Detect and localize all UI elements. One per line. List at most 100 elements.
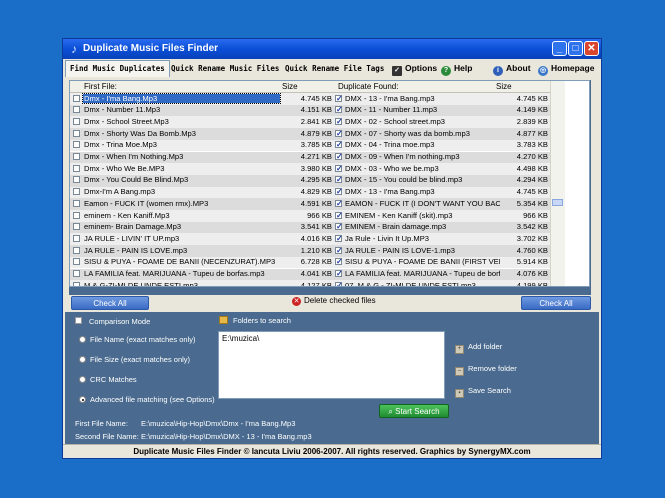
grid-scrollbar[interactable] (550, 81, 565, 286)
check-all-left-button[interactable]: Check All (71, 296, 149, 310)
first-file-checkbox[interactable] (73, 117, 80, 125)
first-file-checkbox[interactable] (73, 223, 80, 231)
duplicate-checkbox[interactable]: ✓ (335, 164, 343, 172)
first-file-cell[interactable]: Dmx - You Could Be Blind.Mp3 (83, 175, 280, 184)
duplicate-file-cell[interactable]: DMX - 03 - Who we be.mp3 (345, 164, 500, 173)
check-all-right-button[interactable]: Check All (521, 296, 591, 310)
first-file-cell[interactable]: Dmx - When I'm Nothing.Mp3 (83, 152, 280, 161)
duplicate-file-cell[interactable]: DMX - 13 - I'ma Bang.mp3 (345, 187, 500, 196)
header-size-2[interactable]: Size (496, 82, 512, 91)
radio-advanced-label[interactable]: Advanced file matching (see Options) (90, 395, 215, 404)
duplicate-checkbox[interactable]: ✓ (335, 141, 343, 149)
first-file-checkbox[interactable] (73, 188, 80, 196)
first-file-cell[interactable]: Dmx - I'ma Bang.Mp3 (82, 92, 281, 104)
first-file-checkbox[interactable] (73, 281, 80, 286)
duplicate-checkbox[interactable]: ✓ (335, 258, 343, 266)
first-file-checkbox[interactable] (73, 211, 80, 219)
scroll-thumb[interactable] (552, 199, 563, 206)
tab-find-music-duplicates[interactable]: Find Music Duplicates (65, 60, 170, 77)
radio-file-size-label[interactable]: File Size (exact matches only) (90, 355, 190, 364)
duplicate-checkbox[interactable]: ✓ (335, 234, 343, 242)
duplicate-file-cell[interactable]: JA RULE - PAIN IS LOVE-1.mp3 (345, 246, 500, 255)
first-file-checkbox[interactable] (73, 164, 80, 172)
first-file-checkbox[interactable] (73, 246, 80, 254)
radio-advanced[interactable] (79, 396, 86, 403)
duplicate-checkbox[interactable]: ✓ (335, 211, 343, 219)
first-file-checkbox[interactable] (73, 199, 80, 207)
duplicate-file-cell[interactable]: DMX - 04 - Trina moe.mp3 (345, 140, 500, 149)
radio-file-name[interactable] (79, 336, 86, 343)
duplicate-file-cell[interactable]: EMINEM - Ken Kaniff (skit).mp3 (345, 211, 500, 220)
radio-crc[interactable] (79, 376, 86, 383)
table-row[interactable]: M & G-ZI-MI DE UNDE ESTI.mp3 4.127 KB ✓ 07_… (70, 280, 550, 286)
remove-folder-button[interactable]: – Remove folder (455, 364, 517, 376)
duplicate-checkbox[interactable]: ✓ (335, 270, 343, 278)
first-file-checkbox[interactable] (73, 94, 80, 102)
duplicate-file-cell[interactable]: DMX - 11 - Number 11.mp3 (345, 105, 500, 114)
duplicate-file-cell[interactable]: Ja Rule - Livin It Up.MP3 (345, 234, 500, 243)
duplicate-checkbox[interactable]: ✓ (335, 188, 343, 196)
duplicate-file-cell[interactable]: EMINEM - Brain damage.mp3 (345, 222, 500, 231)
first-file-cell[interactable]: Dmx - Trina Moe.Mp3 (83, 140, 280, 149)
maximize-button[interactable]: □ (568, 41, 583, 56)
first-file-cell[interactable]: Dmx-I'm A Bang.mp3 (83, 187, 280, 196)
help-link[interactable]: ? Help (441, 61, 472, 76)
first-file-cell[interactable]: eminem- Brain Damage.Mp3 (83, 222, 280, 231)
first-file-checkbox[interactable] (73, 141, 80, 149)
first-file-cell[interactable]: SISU & PUYA - FOAME DE BANII (NECENZURAT… (83, 257, 280, 266)
first-file-cell[interactable]: Dmx - Who We Be.MP3 (83, 164, 280, 173)
folders-list[interactable]: E:\muzica\ (218, 331, 445, 399)
radio-file-name-label[interactable]: File Name (exact matches only) (90, 335, 195, 344)
header-duplicate-found[interactable]: Duplicate Found: (338, 82, 398, 91)
start-search-button[interactable]: ⌕ Start Search (379, 404, 449, 418)
first-file-checkbox[interactable] (73, 129, 80, 137)
duplicate-checkbox[interactable]: ✓ (335, 281, 343, 286)
duplicate-file-cell[interactable]: DMX - 13 - I'ma Bang.mp3 (345, 94, 500, 103)
duplicate-checkbox[interactable]: ✓ (335, 199, 343, 207)
tab-quick-rename-file-tags[interactable]: Quick Rename File Tags (281, 61, 388, 76)
duplicate-file-cell[interactable]: SISU & PUYA - FOAME DE BANII (FIRST VERS… (345, 257, 500, 266)
duplicate-file-cell[interactable]: LA FAMILIA feat. MARIJUANA - Tupeu de bo… (345, 269, 500, 278)
first-file-cell[interactable]: LA FAMILIA feat. MARIJUANA - Tupeu de bo… (83, 269, 280, 278)
first-file-checkbox[interactable] (73, 234, 80, 242)
close-button[interactable]: ✕ (584, 41, 599, 56)
first-file-cell[interactable]: eminem - Ken Kaniff.Mp3 (83, 211, 280, 220)
first-file-cell[interactable]: M & G-ZI-MI DE UNDE ESTI.mp3 (83, 281, 280, 286)
first-file-cell[interactable]: JA RULE - LIVIN' IT UP.mp3 (83, 234, 280, 243)
minimize-button[interactable]: _ (552, 41, 567, 56)
duplicate-checkbox[interactable]: ✓ (335, 176, 343, 184)
radio-crc-label[interactable]: CRC Matches (90, 375, 137, 384)
duplicate-file-cell[interactable]: DMX - 15 - You could be blind.mp3 (345, 175, 500, 184)
first-file-cell[interactable]: Dmx - Number 11.Mp3 (83, 105, 280, 114)
first-file-checkbox[interactable] (73, 270, 80, 277)
save-search-button[interactable]: ▪ Save Search (455, 386, 511, 398)
duplicate-checkbox[interactable]: ✓ (335, 246, 343, 254)
duplicate-checkbox[interactable]: ✓ (335, 94, 343, 102)
first-file-cell[interactable]: Eamon - FUCK IT (women rmx).MP3 (83, 199, 280, 208)
duplicate-checkbox[interactable]: ✓ (335, 153, 343, 161)
delete-checked-button[interactable]: ✕ Delete checked files (292, 296, 376, 306)
duplicate-file-cell[interactable]: DMX - 09 - When I'm nothing.mp3 (345, 152, 500, 161)
add-folder-button[interactable]: + Add folder (455, 342, 502, 354)
duplicate-file-cell[interactable]: DMX - 07 - Shorty was da bomb.mp3 (345, 129, 500, 138)
header-size-1[interactable]: Size (282, 82, 298, 91)
first-file-checkbox[interactable] (73, 153, 80, 160)
first-file-cell[interactable]: JA RULE - PAIN IS LOVE.mp3 (83, 246, 280, 255)
duplicate-checkbox[interactable]: ✓ (335, 129, 343, 137)
first-file-checkbox[interactable] (73, 258, 80, 266)
duplicate-file-cell[interactable]: DMX - 02 - School street.mp3 (345, 117, 500, 126)
first-file-cell[interactable]: Dmx - Shorty Was Da Bomb.Mp3 (83, 129, 280, 138)
duplicate-checkbox[interactable]: ✓ (335, 106, 343, 114)
folder-item[interactable]: E:\muzica\ (222, 334, 441, 343)
first-file-checkbox[interactable] (73, 106, 80, 114)
header-first-file[interactable]: First File: (84, 82, 117, 91)
duplicate-file-cell[interactable]: 07_M & G - ZI-MI DE UNDE ESTI.mp3 (345, 281, 500, 286)
duplicate-checkbox[interactable]: ✓ (335, 223, 343, 231)
tab-quick-rename-music-files[interactable]: Quick Rename Music Files (167, 61, 283, 76)
title-bar[interactable]: ♪ Duplicate Music Files Finder _ □ ✕ (63, 39, 601, 59)
about-link[interactable]: i About (493, 61, 531, 76)
first-file-checkbox[interactable] (73, 176, 80, 184)
homepage-link[interactable]: ◎ Homepage (538, 61, 594, 76)
options-link[interactable]: ✓ Options (392, 61, 437, 76)
first-file-cell[interactable]: Dmx - School Street.Mp3 (83, 117, 280, 126)
